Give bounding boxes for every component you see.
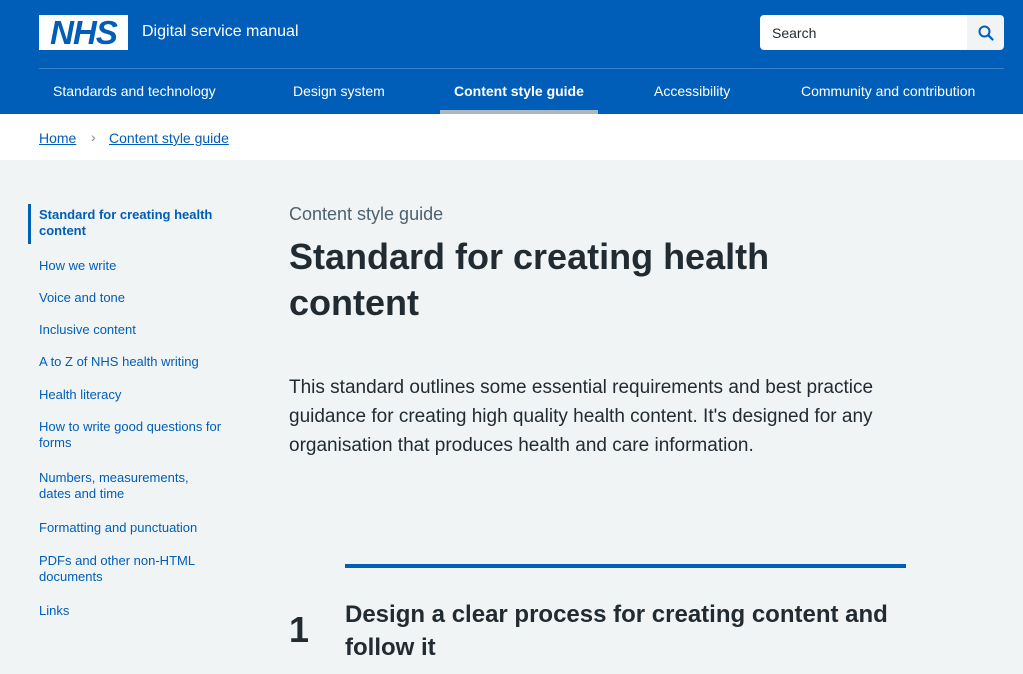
page-title: Standard for creating health content (289, 236, 770, 323)
sidebar-active-marker (28, 204, 31, 244)
nav-item-design-system[interactable]: Design system (293, 69, 385, 114)
section-title: Design a clear process for creating cont… (345, 601, 888, 661)
section-number: 1 (289, 609, 310, 650)
sidebar-item-formatting-and-punctuation[interactable]: Formatting and punctuation (39, 520, 239, 536)
sidebar-item-health-literacy[interactable]: Health literacy (39, 387, 239, 403)
nhs-logo[interactable]: NHS (39, 15, 128, 50)
sidebar-item-a-to-z-of-nhs-health-writing[interactable]: A to Z of NHS health writing (39, 354, 239, 370)
nav-item-standards-and-technology[interactable]: Standards and technology (53, 69, 216, 114)
site-header: NHS Digital service manual Standards and… (0, 0, 1023, 114)
search-icon (978, 25, 994, 41)
section-divider (345, 564, 906, 568)
sidebar-item-voice-and-tone[interactable]: Voice and tone (39, 290, 239, 306)
nhs-logo-text: NHS (50, 14, 118, 51)
service-name[interactable]: Digital service manual (142, 22, 299, 42)
breadcrumb-separator: › (91, 129, 96, 145)
search-form (760, 15, 1004, 50)
nav-item-accessibility[interactable]: Accessibility (654, 69, 730, 114)
sidebar-item-how-to-write-good-questions-for-forms[interactable]: How to write good questions for forms (39, 419, 244, 451)
sidebar-item-links[interactable]: Links (39, 603, 239, 619)
search-button[interactable] (967, 15, 1004, 50)
nav-item-content-style-guide[interactable]: Content style guide (454, 69, 584, 114)
sidebar-item-how-we-write[interactable]: How we write (39, 258, 239, 274)
primary-nav: Standards and technology Design system C… (0, 69, 1023, 114)
search-input[interactable] (760, 15, 967, 50)
breadcrumb: Home › Content style guide (0, 114, 1023, 160)
lede-text: This standard outlines some essential re… (289, 377, 874, 456)
nav-item-community-and-contribution[interactable]: Community and contribution (801, 69, 975, 114)
sidebar-item-numbers-measurements-dates-and-time[interactable]: Numbers, measurements, dates and time (39, 470, 219, 502)
sidebar-item-inclusive-content[interactable]: Inclusive content (39, 322, 239, 338)
breadcrumb-home-link[interactable]: Home (39, 130, 76, 146)
breadcrumb-content-style-guide-link[interactable]: Content style guide (109, 130, 229, 146)
sidebar-item-pdfs-and-other-non-html-documents[interactable]: PDFs and other non-HTML documents (39, 553, 219, 585)
page-caption: Content style guide (289, 204, 444, 224)
sidebar-item-standard-for-creating-health-content[interactable]: Standard for creating health content (39, 207, 239, 239)
